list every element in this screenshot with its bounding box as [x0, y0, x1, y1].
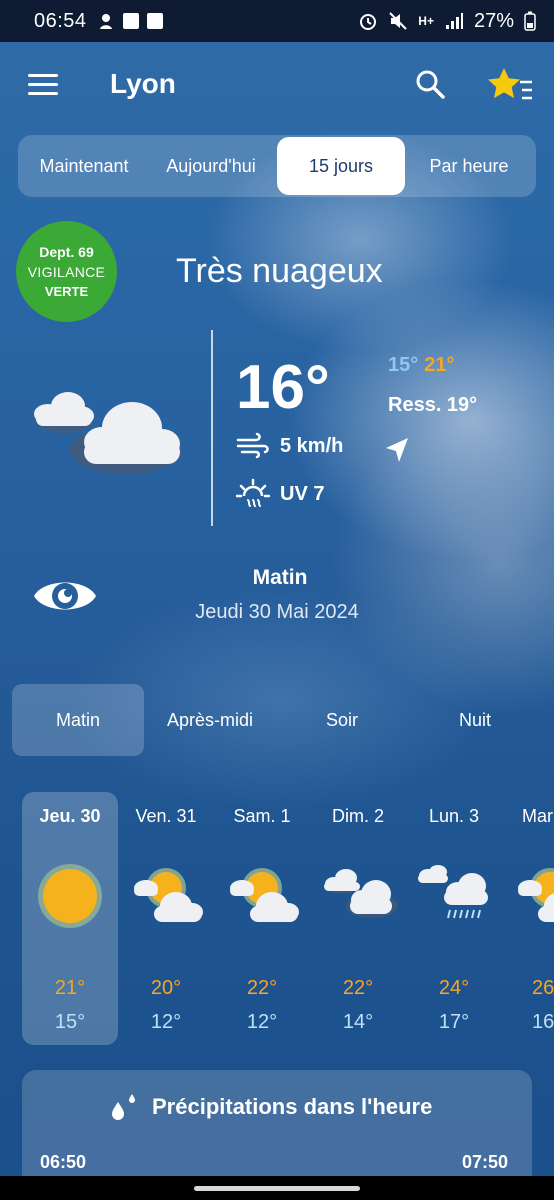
tab-15-jours[interactable]: 15 jours [277, 137, 405, 195]
day-min-temp: 14° [342, 1011, 374, 1033]
day-max-temp: 22° [342, 977, 374, 999]
signal-icon [445, 13, 463, 29]
current-temperature: 16° [236, 353, 330, 422]
weather-condition: Très nuageux [176, 252, 383, 290]
app-bar: Lyon [0, 42, 554, 132]
day-max-temp: 26 [532, 977, 554, 999]
city-title[interactable]: Lyon [110, 68, 176, 100]
vigilance-label: VIGILANCE [27, 264, 106, 280]
day-card[interactable]: Dim. 2 22° 14° [310, 792, 406, 1045]
day-max-temp: 20° [150, 977, 182, 999]
day-name: Ven. 31 [135, 806, 197, 826]
day-card[interactable]: Mar 26 16 [502, 792, 554, 1045]
day-max-temp: 24° [438, 977, 470, 999]
battery-icon [524, 11, 536, 31]
uv-sun-icon [236, 478, 270, 507]
day-name: Dim. 2 [331, 806, 384, 826]
wind-direction-arrow-icon [386, 438, 408, 462]
min-max-temps: 15° 21° [388, 354, 455, 377]
period-title: Matin [252, 566, 308, 589]
day-max-temp: 22° [246, 977, 278, 999]
notification-icons [97, 12, 163, 30]
day-min-temp: 17° [438, 1011, 470, 1033]
vigilance-badge[interactable]: Dept. 69 VIGILANCE VERTE [16, 221, 117, 322]
cloudy-icon [324, 869, 398, 918]
day-min-temp: 15° [54, 1011, 86, 1033]
day-min-temp: 12° [246, 1011, 278, 1033]
day-name: Jeu. 30 [39, 806, 101, 826]
partly-cloudy-icon [134, 868, 203, 922]
day-name: Lun. 3 [428, 806, 480, 826]
status-bar: 06:54 H+ 27% [0, 0, 554, 42]
vigilance-dept: Dept. 69 [39, 244, 94, 260]
favorites-star-icon[interactable] [486, 66, 534, 106]
max-temp: 21° [424, 354, 455, 376]
vigilance-level: VERTE [44, 284, 89, 299]
menu-icon[interactable] [28, 74, 58, 96]
daily-forecast: Jeu. 30 21° 15° Ven. 31 20° 12° Sam. 1 2… [0, 792, 554, 1052]
tab-maintenant[interactable]: Maintenant [24, 135, 144, 197]
home-gesture-handle[interactable] [194, 1186, 360, 1191]
period-date: Jeudi 30 Mai 2024 [195, 601, 359, 623]
precipitation-start-time: 06:50 [40, 1152, 87, 1172]
uv-index: UV 7 [280, 482, 325, 505]
mute-icon [389, 12, 407, 30]
tab-soir[interactable]: Soir [276, 684, 408, 756]
notification-app-icon [99, 14, 112, 29]
uv-row: UV 7 [236, 478, 324, 510]
day-max-temp: 21° [54, 977, 86, 999]
day-min-temp: 16 [532, 1011, 554, 1033]
precipitation-title: Précipitations dans l'heure [152, 1094, 433, 1119]
tab-apres-midi[interactable]: Après-midi [144, 684, 276, 756]
wind-speed: 5 km/h [280, 434, 344, 457]
partly-cloudy-icon [230, 868, 299, 922]
forecast-tabs: Maintenant Aujourd'hui 15 jours Par heur… [18, 135, 536, 197]
partly-cloudy-icon [518, 868, 554, 922]
day-card[interactable]: Jeu. 30 21° 15° [22, 792, 118, 1045]
network-type: H+ [418, 14, 434, 28]
raindrops-icon [112, 1094, 135, 1120]
day-card[interactable]: Ven. 31 20° 12° [118, 792, 214, 1045]
day-name: Sam. 1 [233, 806, 291, 826]
divider [211, 330, 213, 526]
feels-like: Ress. 19° [388, 394, 478, 416]
cloudy-icon [34, 392, 182, 474]
precipitation-end-time: 07:50 [462, 1152, 509, 1172]
wind-row: 5 km/h [236, 432, 343, 460]
day-card[interactable]: Sam. 1 22° 12° [214, 792, 310, 1045]
tab-nuit[interactable]: Nuit [408, 684, 542, 756]
rain-icon [418, 865, 488, 919]
status-right: H+ 27% [358, 10, 536, 33]
tab-matin[interactable]: Matin [12, 684, 144, 756]
search-icon[interactable] [414, 68, 446, 100]
checkbox-notification-icon [122, 13, 139, 29]
sun-icon [38, 864, 102, 928]
min-temp: 15° [388, 354, 419, 376]
battery-percent: 27% [473, 9, 514, 32]
day-name: Mar [522, 806, 553, 826]
tab-par-heure[interactable]: Par heure [413, 135, 525, 197]
system-nav-bar [0, 1176, 554, 1200]
wind-icon [236, 432, 269, 459]
day-min-temp: 12° [150, 1011, 182, 1033]
alarm-icon [360, 14, 377, 30]
period-tabs: Matin Après-midi Soir Nuit [12, 684, 542, 756]
tab-aujourdhui[interactable]: Aujourd'hui [151, 135, 271, 197]
day-card[interactable]: Lun. 3 24° 17° [406, 792, 502, 1045]
shield-notification-icon [146, 13, 163, 29]
status-time: 06:54 [34, 9, 87, 32]
